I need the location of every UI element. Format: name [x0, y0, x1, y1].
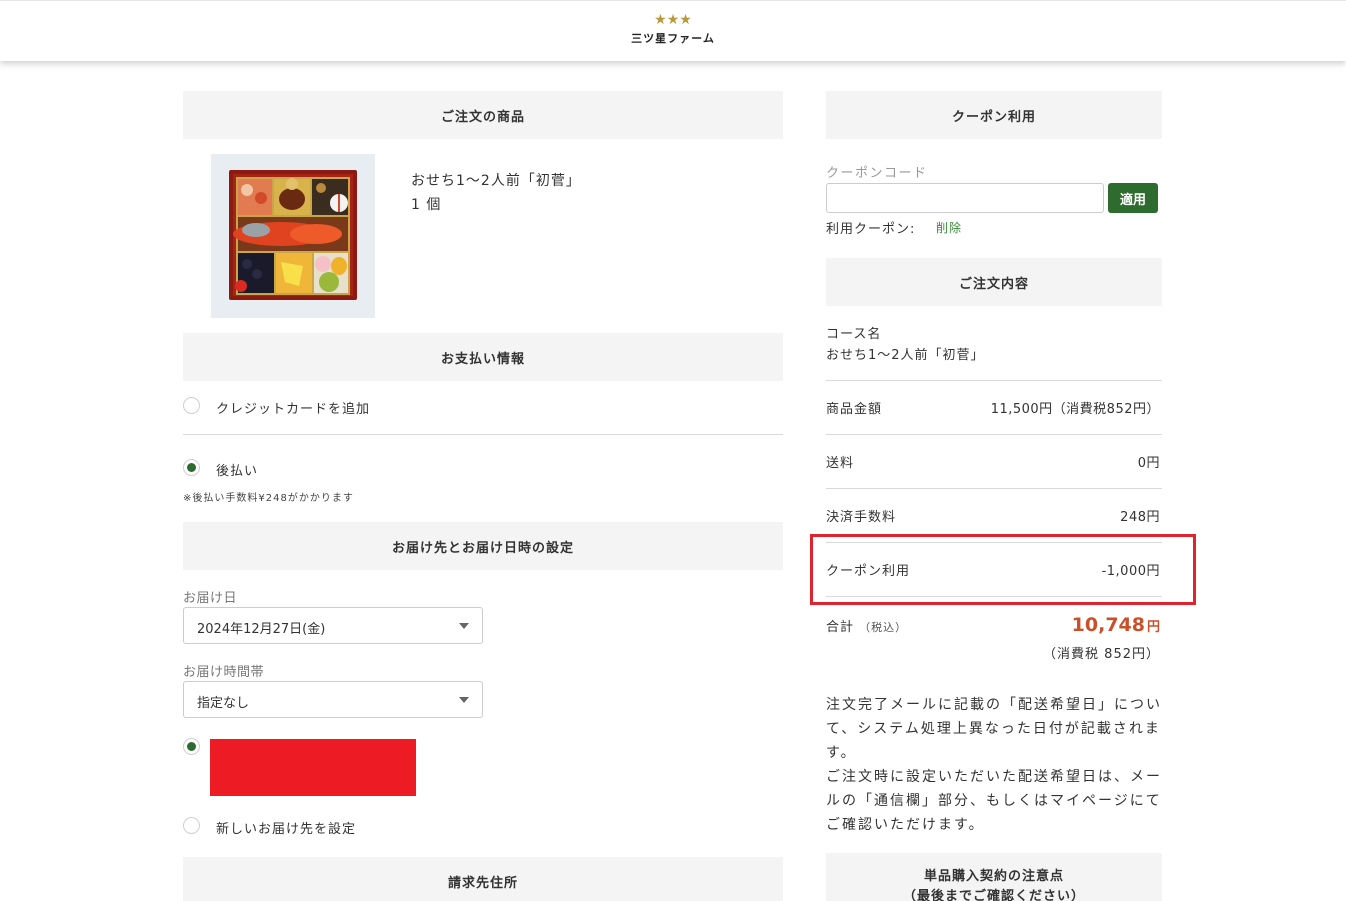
shipping-value: 0円 — [1137, 456, 1160, 471]
shipping-label: 送料 — [826, 456, 855, 471]
total-amount: 10,748 円 — [1072, 614, 1160, 636]
billing-heading: 請求先住所 — [183, 857, 783, 901]
delivery-date-label: お届け日 — [183, 591, 238, 606]
coupon-heading: クーポン利用 — [826, 91, 1162, 139]
payment-fee-value: 248円 — [1120, 510, 1160, 525]
used-coupon-label: 利用クーポン: — [826, 222, 916, 237]
total-tax-in-note: （税込） — [859, 621, 908, 634]
contract-title: 単品購入契約の注意点 — [923, 869, 1064, 884]
new-address-label[interactable]: 新しいお届け先を設定 — [216, 818, 356, 837]
delivery-time-select[interactable]: 指定なし — [183, 681, 483, 718]
payment-divider — [183, 434, 783, 435]
total-tax: （消費税 852円） — [1043, 647, 1160, 662]
notice-paragraph-1: 注文完了メールに記載の「配送希望日」について、システム処理上異なった日付が記載さ… — [826, 697, 1162, 761]
new-address-radio[interactable] — [183, 817, 200, 834]
chevron-down-icon — [459, 697, 469, 703]
total-amount-unit: 円 — [1146, 620, 1160, 635]
order-items-heading: ご注文の商品 — [183, 91, 783, 139]
summary-divider — [826, 380, 1162, 381]
total-amount-number: 10,748 — [1071, 614, 1145, 636]
brand-logo[interactable]: ★★★ 三ツ星ファーム — [623, 13, 723, 46]
brand-name: 三ツ星ファーム — [631, 32, 715, 45]
subtotal-label: 商品金額 — [826, 402, 883, 417]
coupon-code-input[interactable] — [826, 183, 1104, 213]
deferred-payment-label[interactable]: 後払い — [216, 460, 258, 479]
payment-heading: お支払い情報 — [183, 333, 783, 381]
contract-notice-heading: 単品購入契約の注意点 （最後までご確認ください） — [826, 853, 1162, 901]
site-header: ★★★ 三ツ星ファーム — [0, 0, 1346, 61]
credit-card-radio[interactable] — [183, 397, 200, 414]
product-name: おせち1〜2人前「初菅」 — [411, 173, 581, 189]
deferred-payment-radio[interactable] — [183, 459, 200, 476]
total-label-text: 合計 — [826, 620, 855, 635]
delivery-date-notice: 注文完了メールに記載の「配送希望日」について、システム処理上異なった日付が記載さ… — [826, 693, 1164, 837]
chevron-down-icon — [459, 623, 469, 629]
coupon-code-label: クーポンコード — [826, 166, 928, 181]
deferred-fee-note: ※後払い手数料¥248がかかります — [183, 493, 354, 504]
order-summary-heading: ご注文内容 — [826, 258, 1162, 306]
delivery-date-select[interactable]: 2024年12月27日(金) — [183, 607, 483, 644]
star-logo-icon: ★★★ — [654, 12, 692, 28]
contract-subtitle: （最後までご確認ください） — [902, 889, 1085, 901]
summary-divider — [826, 434, 1162, 435]
redacted-address — [210, 739, 416, 796]
delivery-heading: お届け先とお届け日時の設定 — [183, 522, 783, 570]
payment-fee-label: 決済手数料 — [826, 510, 897, 525]
product-quantity: 1 個 — [411, 197, 442, 213]
credit-card-label[interactable]: クレジットカードを追加 — [216, 398, 370, 417]
subtotal-value: 11,500円（消費税852円） — [990, 402, 1160, 417]
delivery-time-label: お届け時間帯 — [183, 665, 265, 680]
notice-paragraph-2: ご注文時に設定いただいた配送希望日は、メールの「通信欄」部分、もしくはマイページ… — [826, 769, 1162, 833]
total-label: 合計 （税込） — [826, 616, 907, 635]
product-image — [211, 154, 375, 318]
course-name: おせち1〜2人前「初菅」 — [826, 348, 985, 363]
coupon-highlight-box — [810, 534, 1196, 605]
saved-address-radio[interactable] — [183, 738, 200, 755]
course-label: コース名 — [826, 327, 882, 342]
delivery-date-value: 2024年12月27日(金) — [197, 622, 326, 637]
delete-coupon-link[interactable]: 削除 — [936, 219, 962, 236]
apply-coupon-button[interactable]: 適用 — [1108, 183, 1158, 213]
summary-divider — [826, 488, 1162, 489]
delivery-time-value: 指定なし — [197, 696, 250, 711]
